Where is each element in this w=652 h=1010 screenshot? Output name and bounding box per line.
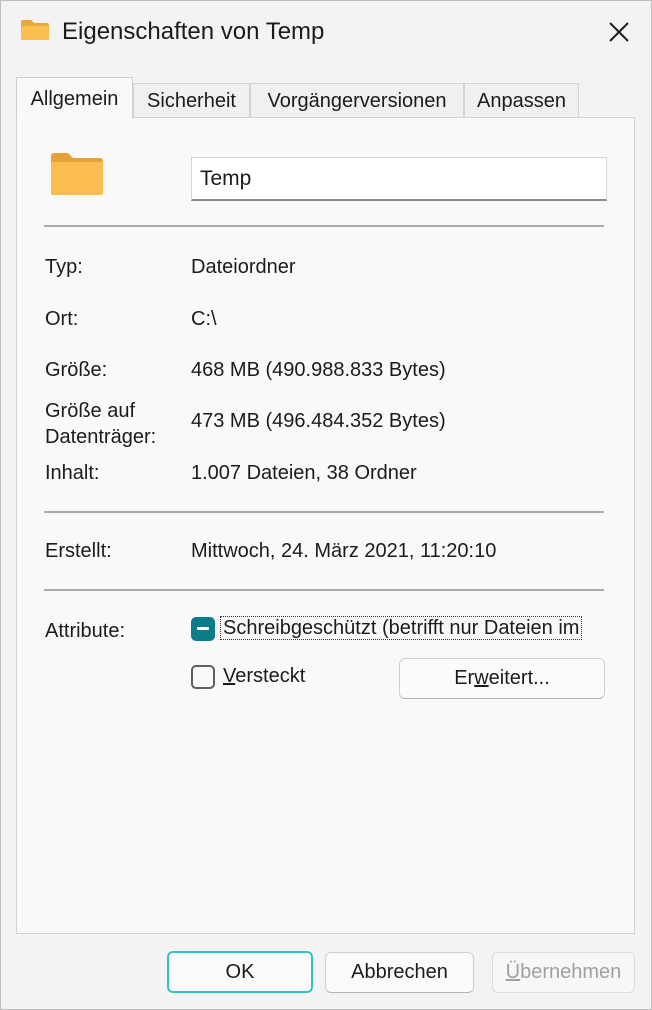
- tab-general[interactable]: Allgemein: [16, 77, 133, 119]
- tab-previous-versions[interactable]: Vorgängerversionen: [250, 83, 464, 117]
- close-icon: [609, 22, 629, 42]
- advanced-accelerator: w: [474, 667, 489, 689]
- separator: [44, 511, 604, 513]
- location-label: Ort:: [45, 308, 79, 330]
- created-value: Mittwoch, 24. März 2021, 11:20:10: [191, 540, 497, 562]
- window-title: Eigenschaften von Temp: [62, 18, 325, 45]
- tab-strip: Allgemein Sicherheit Vorgängerversionen …: [16, 77, 636, 119]
- size-on-disk-value: 473 MB (496.484.352 Bytes): [191, 410, 446, 432]
- cancel-button[interactable]: Abbrechen: [325, 952, 474, 993]
- folder-icon: [21, 20, 49, 40]
- size-value: 468 MB (490.988.833 Bytes): [191, 359, 446, 381]
- size-on-disk-label-line2: Datenträger:: [45, 426, 157, 448]
- hidden-checkbox[interactable]: [191, 665, 215, 689]
- readonly-checkbox[interactable]: [191, 617, 215, 641]
- apply-button[interactable]: Übernehmen: [492, 952, 635, 993]
- created-label: Erstellt:: [45, 540, 112, 562]
- separator: [44, 225, 604, 227]
- size-label: Größe:: [45, 359, 108, 381]
- attributes-label: Attribute:: [45, 620, 126, 642]
- hidden-label-accelerator: V: [223, 665, 236, 687]
- advanced-button[interactable]: Erweitert...: [399, 658, 605, 699]
- tab-security[interactable]: Sicherheit: [133, 83, 250, 117]
- tab-customize[interactable]: Anpassen: [464, 83, 579, 117]
- folder-large-icon: [51, 153, 103, 195]
- location-value: C:\: [191, 308, 217, 330]
- properties-dialog: Eigenschaften von Temp Allgemein Sicherh…: [0, 0, 652, 1010]
- contents-label: Inhalt:: [45, 462, 100, 484]
- apply-accelerator: Ü: [505, 961, 521, 983]
- readonly-label-text: Schreibgeschützt (betrifft nur Dateien i…: [220, 616, 583, 640]
- title-bar: Eigenschaften von Temp: [1, 1, 651, 63]
- type-label: Typ:: [45, 256, 83, 278]
- folder-name-input[interactable]: [191, 157, 607, 201]
- ok-button[interactable]: OK: [167, 951, 313, 993]
- general-panel: [16, 117, 635, 934]
- separator: [44, 589, 604, 591]
- hidden-label[interactable]: Versteckt: [223, 663, 305, 689]
- type-value: Dateiordner: [191, 256, 296, 278]
- contents-value: 1.007 Dateien, 38 Ordner: [191, 462, 417, 484]
- close-button[interactable]: [595, 9, 643, 55]
- size-on-disk-label-line1: Größe auf: [45, 400, 136, 422]
- readonly-label[interactable]: Schreibgeschützt (betrifft nur Dateien i…: [220, 615, 600, 641]
